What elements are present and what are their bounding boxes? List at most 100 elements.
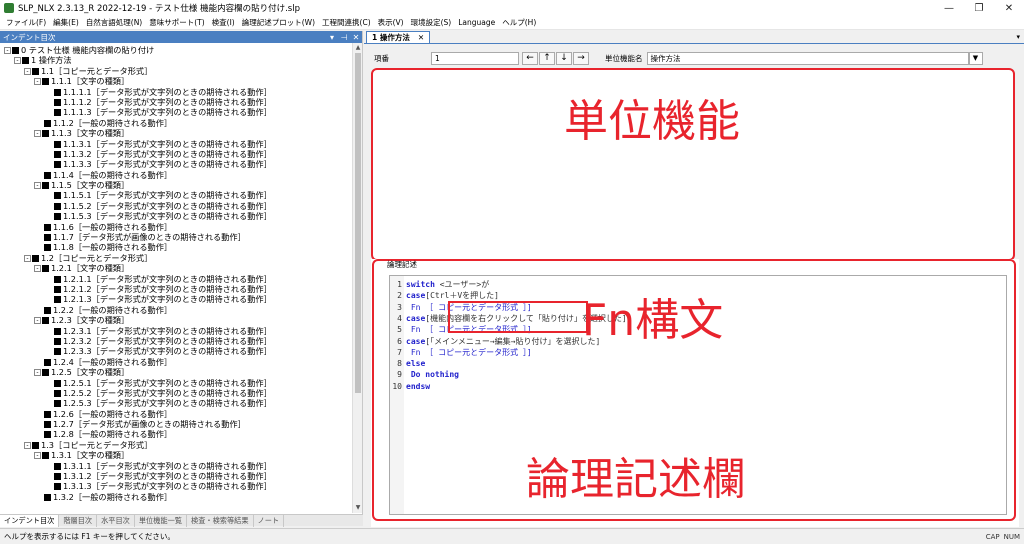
tree-item-label: 1.1.2［一般の期待される動作］ bbox=[53, 117, 173, 128]
tree-item[interactable]: - 1.1.3［文字の種類］ bbox=[0, 128, 352, 138]
tree-item[interactable]: 1.1.3.2［データ形式が文字列のときの期待される動作］ bbox=[0, 149, 352, 159]
tree-item[interactable]: 1.2.1.3［データ形式が文字列のときの期待される動作］ bbox=[0, 294, 352, 304]
tree-item[interactable]: 1.1.4［一般の期待される動作］ bbox=[0, 170, 352, 180]
tree-item[interactable]: 1.2.1.2［データ形式が文字列のときの期待される動作］ bbox=[0, 284, 352, 294]
tree-item[interactable]: 1.3.1.1［データ形式が文字列のときの期待される動作］ bbox=[0, 461, 352, 471]
menu-item[interactable]: 工程間連携(C) bbox=[322, 17, 371, 28]
tree-item[interactable]: 1.1.5.1［データ形式が文字列のときの期待される動作］ bbox=[0, 190, 352, 200]
tree-item[interactable]: 1.3.2［一般の期待される動作］ bbox=[0, 492, 352, 502]
unit-name-field[interactable]: 操作方法 bbox=[646, 52, 969, 65]
tree-scrollbar[interactable]: ▲ ▼ bbox=[352, 43, 362, 513]
tree-item[interactable]: 1.1.3.3［データ形式が文字列のときの期待される動作］ bbox=[0, 159, 352, 169]
tree-item[interactable]: 1.2.3.1［データ形式が文字列のときの期待される動作］ bbox=[0, 326, 352, 336]
panel-tab[interactable]: 単位機能一覧 bbox=[135, 515, 187, 527]
tree-item[interactable]: 1.1.7［データ形式が画像のときの期待される動作］ bbox=[0, 232, 352, 242]
scroll-up-icon[interactable]: ▲ bbox=[353, 43, 363, 53]
annotation-fn-syntax: Fn構文 bbox=[582, 295, 724, 346]
code-token: <ユーザー>が bbox=[434, 280, 490, 289]
item-no-field[interactable]: 1 bbox=[431, 52, 519, 65]
tree-item[interactable]: 1.2.2［一般の期待される動作］ bbox=[0, 305, 352, 315]
scroll-thumb[interactable] bbox=[355, 53, 361, 393]
tree-item[interactable]: - 1.3［コピー元とデータ形式］ bbox=[0, 440, 352, 450]
panel-tab[interactable]: 水平目次 bbox=[97, 515, 135, 527]
menu-item[interactable]: 意味サポート(T) bbox=[149, 17, 204, 28]
tree-item[interactable]: 1.3.1.2［データ形式が文字列のときの期待される動作］ bbox=[0, 471, 352, 481]
tree-item[interactable]: 1.1.3.1［データ形式が文字列のときの期待される動作］ bbox=[0, 139, 352, 149]
dropdown-icon[interactable]: ▾ bbox=[326, 33, 338, 42]
tree-item[interactable]: 1.2.6［一般の期待される動作］ bbox=[0, 409, 352, 419]
collapse-icon[interactable]: - bbox=[24, 67, 31, 75]
pin-icon[interactable]: ⊣ bbox=[338, 33, 350, 42]
collapse-icon[interactable]: - bbox=[34, 317, 41, 325]
tree-item[interactable]: - 0 テスト仕様 機能内容欄の貼り付け bbox=[0, 45, 352, 55]
menu-item[interactable]: ファイル(F) bbox=[6, 17, 46, 28]
tree-item[interactable]: 1.1.1.1［データ形式が文字列のときの期待される動作］ bbox=[0, 87, 352, 97]
menu-item[interactable]: 表示(V) bbox=[378, 17, 404, 28]
menu-item[interactable]: Language bbox=[458, 18, 495, 27]
nav-arrow-button[interactable]: ← bbox=[522, 52, 538, 65]
panel-tab[interactable]: インデント目次 bbox=[0, 515, 60, 527]
tab-operation-method[interactable]: 1 操作方法 ✕ bbox=[366, 31, 431, 43]
tree-item[interactable]: - 1.2［コピー元とデータ形式］ bbox=[0, 253, 352, 263]
close-tab-icon[interactable]: ✕ bbox=[418, 33, 424, 42]
tree-item[interactable]: 1.2.3.3［データ形式が文字列のときの期待される動作］ bbox=[0, 346, 352, 356]
tree-item[interactable]: 1.1.2［一般の期待される動作］ bbox=[0, 118, 352, 128]
tree-item[interactable]: 1.2.7［データ形式が画像のときの期待される動作］ bbox=[0, 419, 352, 429]
tree-item[interactable]: 1.2.3.2［データ形式が文字列のときの期待される動作］ bbox=[0, 336, 352, 346]
tree-item[interactable]: - 1.1.1［文字の種類］ bbox=[0, 76, 352, 86]
tree-item[interactable]: - 1.2.5［文字の種類］ bbox=[0, 367, 352, 377]
panel-tab[interactable]: ノート bbox=[254, 515, 285, 527]
tree-item[interactable]: 1.1.5.3［データ形式が文字列のときの期待される動作］ bbox=[0, 211, 352, 221]
collapse-icon[interactable]: - bbox=[34, 369, 41, 377]
tree-item[interactable]: - 1.3.1［文字の種類］ bbox=[0, 450, 352, 460]
menu-item[interactable]: ヘルプ(H) bbox=[502, 17, 536, 28]
tree-item[interactable]: 1.1.8［一般の期待される動作］ bbox=[0, 242, 352, 252]
tree-item[interactable]: - 1.1.5［文字の種類］ bbox=[0, 180, 352, 190]
tree-item-label: 1.2.8［一般の期待される動作］ bbox=[53, 429, 173, 440]
collapse-icon[interactable]: - bbox=[34, 130, 41, 138]
nav-arrow-button[interactable]: → bbox=[573, 52, 589, 65]
collapse-icon[interactable]: - bbox=[24, 441, 31, 449]
tree-item[interactable]: - 1.1［コピー元とデータ形式］ bbox=[0, 66, 352, 76]
tree-item[interactable]: 1.2.4［一般の期待される動作］ bbox=[0, 357, 352, 367]
tree-item[interactable]: 1.2.5.1［データ形式が文字列のときの期待される動作］ bbox=[0, 378, 352, 388]
status-text: ヘルプを表示するには F1 キーを押してください。 bbox=[4, 532, 175, 541]
tree-item[interactable]: 1.1.6［一般の期待される動作］ bbox=[0, 222, 352, 232]
tree-item[interactable]: - 1.2.1［文字の種類］ bbox=[0, 263, 352, 273]
collapse-icon[interactable]: - bbox=[34, 182, 41, 190]
tab-list-icon[interactable]: ▾ bbox=[1016, 33, 1020, 41]
tree-item[interactable]: - 1.2.3［文字の種類］ bbox=[0, 315, 352, 325]
close-button[interactable]: ✕ bbox=[994, 0, 1024, 16]
menu-item[interactable]: 自然言語処理(N) bbox=[86, 17, 142, 28]
tree-item[interactable]: 1.1.1.3［データ形式が文字列のときの期待される動作］ bbox=[0, 107, 352, 117]
code-line: 1 switch <ユーザー>が bbox=[390, 279, 489, 290]
collapse-icon[interactable]: - bbox=[14, 57, 21, 65]
tree-item-label: 1.2.1［文字の種類］ bbox=[51, 263, 130, 274]
close-icon[interactable]: ✕ bbox=[350, 33, 362, 42]
tree-item[interactable]: 1.3.1.3［データ形式が文字列のときの期待される動作］ bbox=[0, 481, 352, 491]
tree-item[interactable]: 1.2.1.1［データ形式が文字列のときの期待される動作］ bbox=[0, 274, 352, 284]
unit-name-dropdown-icon[interactable]: ▼ bbox=[968, 52, 983, 65]
maximize-button[interactable]: ❐ bbox=[964, 0, 994, 16]
collapse-icon[interactable]: - bbox=[34, 78, 41, 86]
menu-item[interactable]: 編集(E) bbox=[53, 17, 79, 28]
menu-item[interactable]: 環境設定(S) bbox=[411, 17, 452, 28]
menu-item[interactable]: 論理記述プロット(W) bbox=[242, 17, 315, 28]
tree-item[interactable]: 1.2.5.2［データ形式が文字列のときの期待される動作］ bbox=[0, 388, 352, 398]
tree-item[interactable]: - 1 操作方法 bbox=[0, 55, 352, 65]
panel-tab[interactable]: 階層目次 bbox=[59, 515, 98, 527]
collapse-icon[interactable]: - bbox=[4, 47, 11, 54]
menu-item[interactable]: 検査(I) bbox=[212, 17, 235, 28]
tree-item[interactable]: 1.2.5.3［データ形式が文字列のときの期待される動作］ bbox=[0, 398, 352, 408]
collapse-icon[interactable]: - bbox=[34, 265, 41, 273]
tree-item[interactable]: 1.2.8［一般の期待される動作］ bbox=[0, 429, 352, 439]
collapse-icon[interactable]: - bbox=[24, 254, 31, 262]
nav-arrow-button[interactable]: ↓ bbox=[556, 52, 572, 65]
panel-tab[interactable]: 検査・検索等結果 bbox=[187, 515, 254, 527]
tree-item[interactable]: 1.1.1.2［データ形式が文字列のときの期待される動作］ bbox=[0, 97, 352, 107]
minimize-button[interactable]: — bbox=[934, 0, 964, 16]
scroll-down-icon[interactable]: ▼ bbox=[353, 503, 363, 513]
collapse-icon[interactable]: - bbox=[34, 452, 41, 460]
tree-item[interactable]: 1.1.5.2［データ形式が文字列のときの期待される動作］ bbox=[0, 201, 352, 211]
nav-arrow-button[interactable]: ↑ bbox=[539, 52, 555, 65]
